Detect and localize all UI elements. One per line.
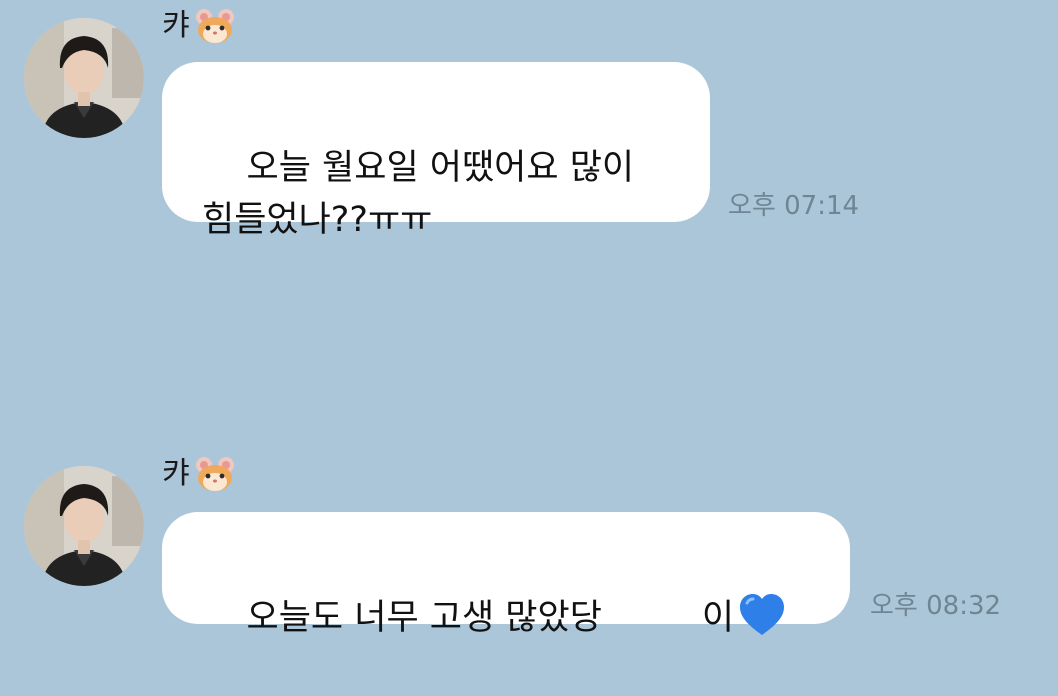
message-text: 오늘 월요일 어땠어요 많이 힘들었나??ㅠㅠ bbox=[202, 148, 635, 240]
hamster-face-icon bbox=[194, 8, 236, 44]
avatar-photo-icon bbox=[24, 466, 144, 586]
chat-message-1: 캬 오늘 월요일 어땠어요 많이 힘들었나??ㅠㅠ 오후 07:14 bbox=[0, 0, 1058, 240]
blue-heart-icon bbox=[738, 593, 786, 637]
sender-name-text: 캬 bbox=[162, 8, 190, 43]
message-text-tail: 이 bbox=[701, 598, 735, 638]
chat-message-2: 캬 오늘도 너무 고생 많았당 이 오후 08:32 bbox=[0, 448, 1058, 648]
avatar-photo-icon bbox=[24, 18, 144, 138]
message-text: 오늘도 너무 고생 많았당 bbox=[246, 598, 602, 638]
sender-name: 캬 bbox=[162, 8, 236, 44]
message-timestamp: 오후 07:14 bbox=[728, 191, 860, 221]
sender-avatar[interactable] bbox=[24, 18, 144, 138]
message-timestamp: 오후 08:32 bbox=[870, 591, 1002, 621]
message-bubble[interactable]: 오늘 월요일 어땠어요 많이 힘들었나??ㅠㅠ bbox=[162, 62, 710, 240]
message-bubble[interactable]: 오늘도 너무 고생 많았당 이 bbox=[162, 512, 850, 638]
sender-name: 캬 bbox=[162, 456, 236, 492]
sender-avatar[interactable] bbox=[24, 466, 144, 586]
hamster-face-icon bbox=[194, 456, 236, 492]
sender-name-text: 캬 bbox=[162, 456, 190, 491]
